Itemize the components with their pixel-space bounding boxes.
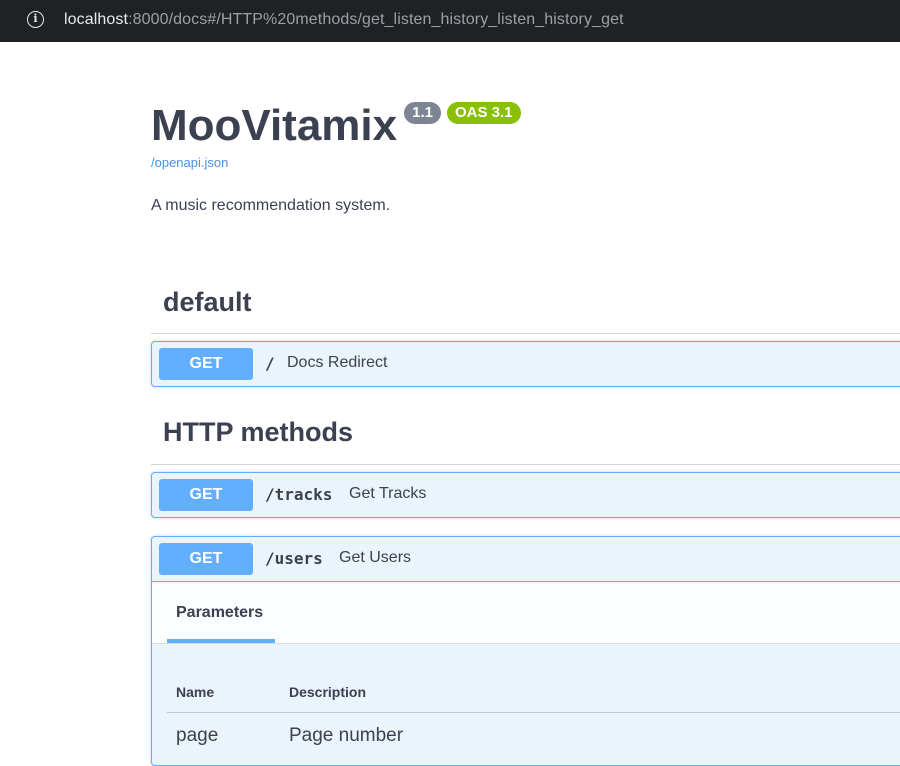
operation-get-root[interactable]: GET / Docs Redirect — [151, 341, 900, 387]
operation-body: Parameters Name Description page Page nu… — [152, 581, 900, 746]
api-description: A music recommendation system. — [151, 197, 391, 214]
operation-summary-text: Get Users — [339, 549, 412, 566]
section-heading-default[interactable]: default — [163, 287, 252, 318]
info-icon[interactable]: i — [27, 11, 44, 28]
operation-summary[interactable]: GET / Docs Redirect — [152, 342, 900, 386]
operation-summary-text: Docs Redirect — [287, 354, 388, 371]
section-divider — [151, 333, 900, 334]
column-header-name: Name — [176, 684, 215, 700]
url-host: localhost — [64, 11, 129, 28]
openapi-json-link[interactable]: /openapi.json — [151, 155, 228, 170]
operation-path: / — [265, 354, 275, 373]
browser-address-bar: i localhost:8000/docs#/HTTP%20methods/ge… — [0, 0, 900, 42]
oas-badge: OAS 3.1 — [446, 102, 521, 124]
parameter-name: page — [176, 725, 219, 746]
operation-summary[interactable]: GET /users Get Users — [152, 537, 900, 581]
section-divider — [151, 464, 900, 465]
api-title-row: MooVitamix 1.1 OAS 3.1 — [151, 100, 521, 152]
operation-path: /users — [265, 549, 323, 568]
section-heading-http-methods[interactable]: HTTP methods — [163, 417, 353, 448]
url-path: :8000/docs#/HTTP%20methods/get_listen_hi… — [128, 11, 624, 28]
method-badge-get: GET — [159, 543, 253, 575]
version-badge: 1.1 — [404, 102, 441, 124]
method-badge-get: GET — [159, 479, 253, 511]
operation-summary-text: Get Tracks — [349, 485, 427, 502]
url-field[interactable]: localhost:8000/docs#/HTTP%20methods/get_… — [64, 11, 624, 29]
api-title: MooVitamix — [151, 101, 398, 150]
operation-get-tracks[interactable]: GET /tracks Get Tracks — [151, 472, 900, 518]
method-badge-get: GET — [159, 348, 253, 380]
parameter-description: Page number — [289, 725, 404, 746]
operation-path: /tracks — [265, 485, 333, 504]
operation-get-users[interactable]: GET /users Get Users Parameters Name Des… — [151, 536, 900, 766]
column-header-description: Description — [289, 684, 367, 700]
tab-parameters[interactable]: Parameters — [176, 604, 263, 622]
operation-summary[interactable]: GET /tracks Get Tracks — [152, 473, 900, 517]
tab-header: Parameters — [152, 582, 900, 644]
active-tab-indicator — [167, 639, 275, 643]
table-divider — [167, 712, 900, 713]
